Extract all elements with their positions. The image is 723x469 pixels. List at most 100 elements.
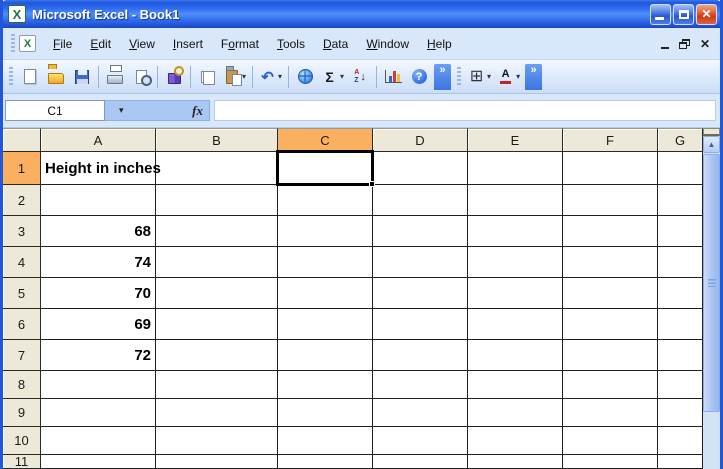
cell-B5[interactable] [156, 278, 278, 309]
open-folder-button[interactable] [44, 65, 68, 89]
workbook-icon[interactable]: X [19, 35, 36, 52]
cell-F9[interactable] [563, 399, 658, 427]
print-button[interactable] [103, 65, 127, 89]
cell-A10[interactable] [41, 427, 156, 455]
autosum-button[interactable]: Σ▾ [319, 65, 346, 89]
cell-G3[interactable] [658, 216, 703, 247]
cell-A9[interactable] [41, 399, 156, 427]
cell-F7[interactable] [563, 340, 658, 371]
cell-C3[interactable] [278, 216, 373, 247]
cell-F11[interactable] [563, 455, 658, 469]
name-box-dropdown-icon[interactable]: ▾ [119, 105, 124, 116]
cell-C5[interactable] [278, 278, 373, 309]
formatting-toolbar-grip-handle[interactable] [457, 67, 461, 87]
cell-G11[interactable] [658, 455, 703, 469]
cell-A6[interactable]: 69 [41, 309, 156, 340]
save-button[interactable] [70, 65, 94, 89]
menu-item-data[interactable]: Data [314, 33, 357, 55]
cell-A3[interactable]: 68 [41, 216, 156, 247]
row-header-11[interactable]: 11 [3, 455, 41, 469]
cell-D3[interactable] [373, 216, 468, 247]
cell-B11[interactable] [156, 455, 278, 469]
cell-C10[interactable] [278, 427, 373, 455]
undo-button[interactable]: ↶▾ [257, 65, 284, 89]
row-header-1[interactable]: 1 [3, 152, 41, 185]
row-header-8[interactable]: 8 [3, 371, 41, 399]
cell-G8[interactable] [658, 371, 703, 399]
cell-E1[interactable] [468, 152, 563, 185]
maximize-button[interactable] [673, 4, 694, 25]
cell-G2[interactable] [658, 185, 703, 216]
font-color-button[interactable]: A▾ [495, 65, 522, 89]
cell-B10[interactable] [156, 427, 278, 455]
menu-item-view[interactable]: View [120, 33, 164, 55]
cell-A5[interactable]: 70 [41, 278, 156, 309]
row-header-6[interactable]: 6 [3, 309, 41, 340]
cell-C9[interactable] [278, 399, 373, 427]
cell-B9[interactable] [156, 399, 278, 427]
cell-E10[interactable] [468, 427, 563, 455]
insert-function-button[interactable]: fx [192, 103, 203, 119]
row-header-3[interactable]: 3 [3, 216, 41, 247]
cell-E11[interactable] [468, 455, 563, 469]
column-header-B[interactable]: B [156, 128, 278, 152]
cell-C11[interactable] [278, 455, 373, 469]
copy-button[interactable] [195, 65, 219, 89]
menu-item-tools[interactable]: Tools [268, 33, 314, 55]
cell-E2[interactable] [468, 185, 563, 216]
column-header-E[interactable]: E [468, 128, 563, 152]
vertical-scrollbar[interactable]: ▲ [703, 128, 720, 469]
standard-toolbar-overflow-button[interactable]: » [434, 64, 451, 90]
cell-D9[interactable] [373, 399, 468, 427]
cell-C6[interactable] [278, 309, 373, 340]
cell-E7[interactable] [468, 340, 563, 371]
row-header-9[interactable]: 9 [3, 399, 41, 427]
menu-item-window[interactable]: Window [357, 33, 418, 55]
sort-ascending-button[interactable]: AZ↓ [348, 65, 372, 89]
dropdown-arrow-icon[interactable]: ▾ [340, 72, 344, 81]
cell-D5[interactable] [373, 278, 468, 309]
row-header-2[interactable]: 2 [3, 185, 41, 216]
dropdown-arrow-icon[interactable]: ▾ [516, 72, 520, 81]
menu-item-insert[interactable]: Insert [164, 33, 212, 55]
cell-D4[interactable] [373, 247, 468, 278]
cell-G10[interactable] [658, 427, 703, 455]
cell-B7[interactable] [156, 340, 278, 371]
cell-C7[interactable] [278, 340, 373, 371]
paste-button[interactable]: ▾ [221, 65, 248, 89]
cell-C2[interactable] [278, 185, 373, 216]
cell-F1[interactable] [563, 152, 658, 185]
scrollbar-thumb[interactable] [703, 154, 720, 412]
close-button[interactable]: ✕ [696, 4, 717, 25]
row-header-7[interactable]: 7 [3, 340, 41, 371]
column-header-F[interactable]: F [563, 128, 658, 152]
hyperlink-globe-button[interactable] [293, 65, 317, 89]
cell-name-box[interactable]: C1 [5, 100, 105, 121]
formula-input[interactable] [214, 100, 716, 121]
scroll-up-button[interactable]: ▲ [703, 136, 720, 153]
active-cell-selection[interactable] [276, 150, 374, 186]
cell-B4[interactable] [156, 247, 278, 278]
cell-A1[interactable]: Height in inches [41, 152, 156, 185]
cell-F8[interactable] [563, 371, 658, 399]
cell-D2[interactable] [373, 185, 468, 216]
cell-E5[interactable] [468, 278, 563, 309]
cell-E9[interactable] [468, 399, 563, 427]
cell-G5[interactable] [658, 278, 703, 309]
split-handle[interactable] [703, 128, 720, 136]
cell-B8[interactable] [156, 371, 278, 399]
cell-A2[interactable] [41, 185, 156, 216]
cell-B3[interactable] [156, 216, 278, 247]
cell-G1[interactable] [658, 152, 703, 185]
cell-F2[interactable] [563, 185, 658, 216]
chart-wizard-button[interactable] [381, 65, 405, 89]
cell-F3[interactable] [563, 216, 658, 247]
fill-handle[interactable] [369, 181, 375, 187]
cell-F10[interactable] [563, 427, 658, 455]
formatting-toolbar-overflow-button[interactable]: » [525, 64, 542, 90]
cell-G6[interactable] [658, 309, 703, 340]
cell-A11[interactable] [41, 455, 156, 469]
workbook-close-icon[interactable]: ✕ [700, 38, 710, 50]
menu-item-help[interactable]: Help [418, 33, 461, 55]
cell-B2[interactable] [156, 185, 278, 216]
